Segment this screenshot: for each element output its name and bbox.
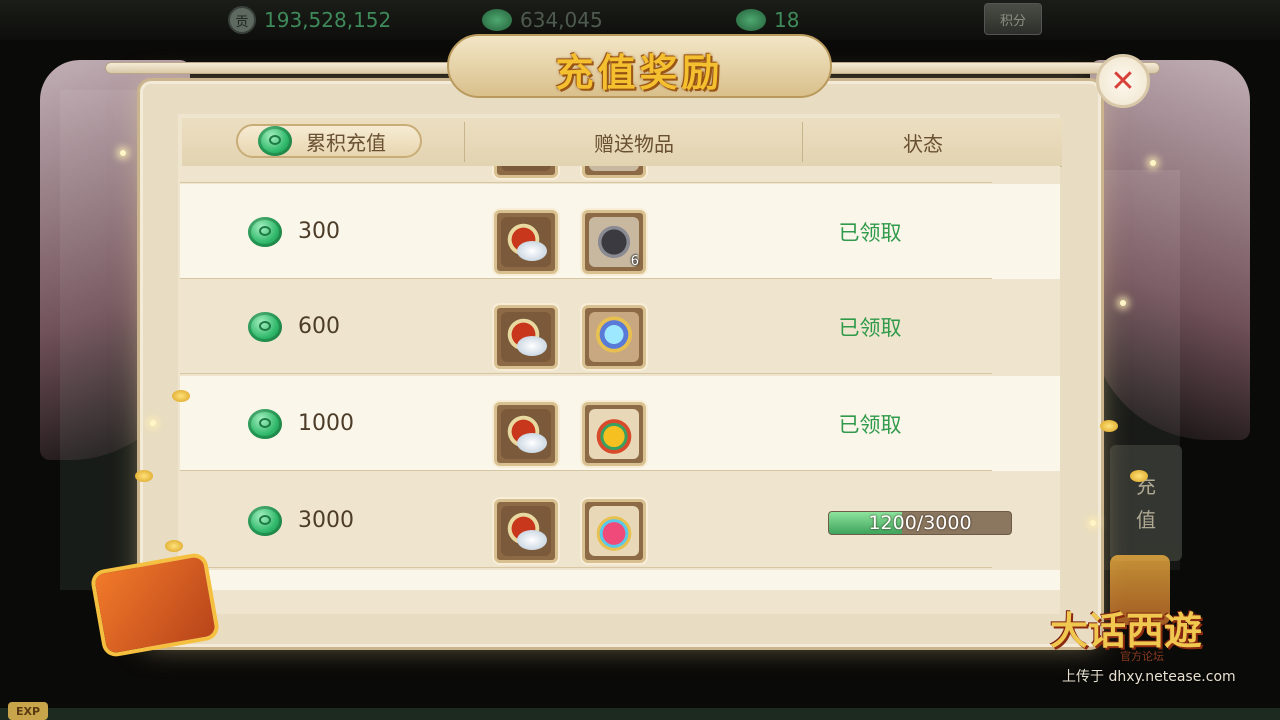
row-divider: [180, 373, 992, 374]
header-cumulative-label: 累积充值: [306, 130, 386, 155]
gift-item-slot[interactable]: [494, 305, 558, 369]
close-icon: ✕: [1110, 63, 1136, 99]
recharge-amount: 1000: [248, 376, 354, 471]
sparkle-decoration: [1150, 160, 1156, 166]
gift-item-slot[interactable]: [494, 402, 558, 466]
silver-amount: 193,528,152: [264, 8, 392, 32]
gold-coin-decoration: [135, 470, 153, 482]
header-cumulative-recharge: 累积充值: [236, 124, 422, 158]
side-tab-label-2: 值: [1136, 508, 1156, 532]
claim-status: 已领取: [838, 412, 902, 437]
amount-value: 600: [298, 314, 340, 339]
gold-coin-decoration: [172, 390, 190, 402]
gift-item-slot[interactable]: [494, 499, 558, 563]
logo-subtitle: 官方论坛: [1120, 650, 1164, 663]
header-gifts: 赠送物品: [594, 131, 674, 156]
points-button[interactable]: 积分: [984, 3, 1042, 35]
jade-icon: [248, 216, 282, 247]
watermark: 上传于 dhxy.netease.com: [1062, 669, 1236, 685]
silver-money-bag-icon: [501, 166, 551, 171]
row-divider: [180, 567, 992, 568]
gold-coin-decoration: [1130, 470, 1148, 482]
gift-item-icon: [589, 166, 639, 171]
gold-lucky-bag-icon: [589, 409, 639, 459]
crystal-orb-icon: [589, 312, 639, 362]
pink-lucky-bag-icon: [589, 506, 639, 556]
gold-coin-decoration: [1100, 420, 1118, 432]
jade-icon: [248, 505, 282, 536]
jade-icon: [248, 311, 282, 342]
item-count: 6: [630, 254, 639, 269]
contribution-icon: 贡: [228, 6, 256, 34]
close-button[interactable]: ✕: [1096, 54, 1150, 108]
row-divider: [180, 470, 992, 471]
exp-label: EXP: [8, 702, 48, 720]
jade-icon: [258, 126, 292, 156]
recharge-progress-bar: 1200/3000: [828, 511, 1012, 535]
claim-status: 已领取: [838, 315, 902, 340]
silver-money-bag-icon: [501, 506, 551, 556]
amount-value: 300: [298, 219, 340, 244]
sparkle-decoration: [150, 420, 156, 426]
side-recharge-tab[interactable]: 充 值: [1110, 445, 1182, 561]
silver-resource: 贡 193,528,152: [228, 6, 391, 34]
right-drape-decoration: [1090, 60, 1250, 440]
gift-item-slot[interactable]: 6: [582, 210, 646, 274]
sparkle-decoration: [120, 150, 126, 156]
header-status: 状态: [903, 131, 943, 156]
dialog-title: 充值奖励: [555, 50, 724, 95]
recharge-amount: 3000: [248, 473, 354, 568]
silver-money-bag-icon: [501, 409, 551, 459]
list-item: 1000 已领取: [180, 376, 1060, 471]
recharge-amount: 600: [248, 279, 340, 374]
list-item-partial: [180, 570, 1060, 590]
gift-item-slot[interactable]: [582, 499, 646, 563]
list-item-partial: [180, 166, 1060, 183]
gift-item-slot[interactable]: [582, 402, 646, 466]
claim-status: 已领取: [838, 220, 902, 245]
list-item: 300 6 已领取: [180, 184, 1060, 279]
gold-coin-decoration: [165, 540, 183, 552]
amount-value: 1000: [298, 411, 354, 436]
jade-icon: [248, 408, 282, 439]
gift-item-slot[interactable]: [582, 305, 646, 369]
sparkle-decoration: [1120, 300, 1126, 306]
table-header: 累积充值 赠送物品 状态: [182, 118, 1062, 167]
gift-item-slot[interactable]: [494, 210, 558, 274]
amount-value: 3000: [298, 508, 354, 533]
dialog-title-banner: 充值奖励: [447, 20, 832, 104]
list-item: 600 已领取: [180, 279, 1060, 374]
sparkle-decoration: [1090, 520, 1096, 526]
experience-bar: [0, 708, 1280, 720]
gift-item-slot: [494, 166, 558, 178]
silver-money-bag-icon: [501, 217, 551, 267]
silver-money-bag-icon: [501, 312, 551, 362]
recharge-amount: 300: [248, 184, 340, 279]
progress-label: 1200/3000: [868, 512, 972, 534]
row-divider: [180, 182, 992, 183]
gift-item-slot: [582, 166, 646, 178]
